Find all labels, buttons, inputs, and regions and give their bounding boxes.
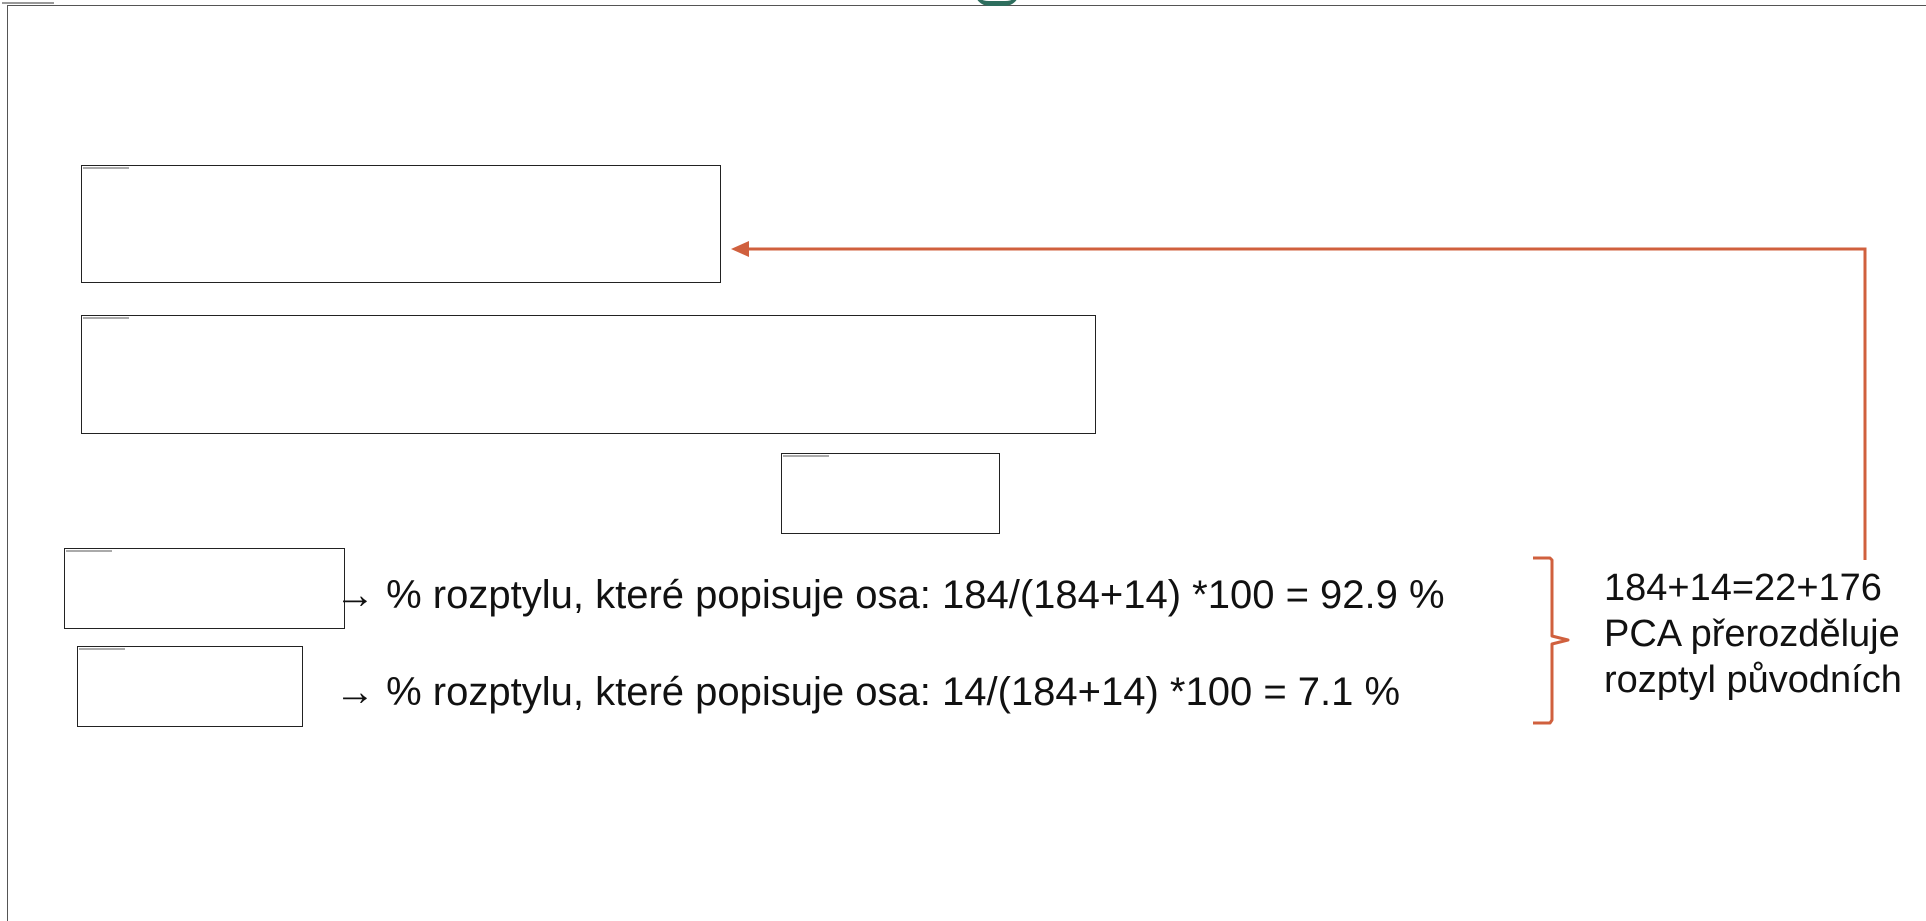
variance-note: 184+14=22+176 PCA přerozděluje rozptyl p…	[1604, 565, 1902, 703]
equation-image-placeholder-1	[81, 165, 721, 283]
note-line-2: PCA přerozděluje	[1604, 613, 1900, 655]
equation-image-placeholder-2	[81, 315, 1096, 434]
variance-text-axis-1: % rozptylu, které popisuje osa: 184/(184…	[386, 573, 1445, 617]
note-line-3: rozptyl původních	[1604, 659, 1902, 701]
equation-image-placeholder-3	[781, 453, 1000, 534]
slide-corner-mark	[2, 2, 54, 4]
variance-text-axis-2: % rozptylu, které popisuje osa: 14/(184+…	[386, 670, 1401, 714]
right-arrow-icon: →	[335, 573, 375, 617]
note-line-1: 184+14=22+176	[1604, 567, 1882, 609]
placeholder-mark	[783, 455, 829, 457]
variance-line-axis-2: → % rozptylu, které popisuje osa: 14/(18…	[335, 672, 1400, 712]
eigenvalue-image-placeholder-1	[64, 548, 345, 629]
right-arrow-icon: →	[335, 670, 375, 714]
placeholder-mark	[83, 317, 129, 319]
placeholder-mark	[66, 550, 112, 552]
eigenvalue-image-placeholder-2	[77, 646, 303, 727]
placeholder-mark	[83, 167, 129, 169]
placeholder-mark	[79, 648, 125, 650]
slide: → % rozptylu, které popisuje osa: 184/(1…	[0, 0, 1926, 921]
variance-line-axis-1: → % rozptylu, které popisuje osa: 184/(1…	[335, 575, 1445, 615]
